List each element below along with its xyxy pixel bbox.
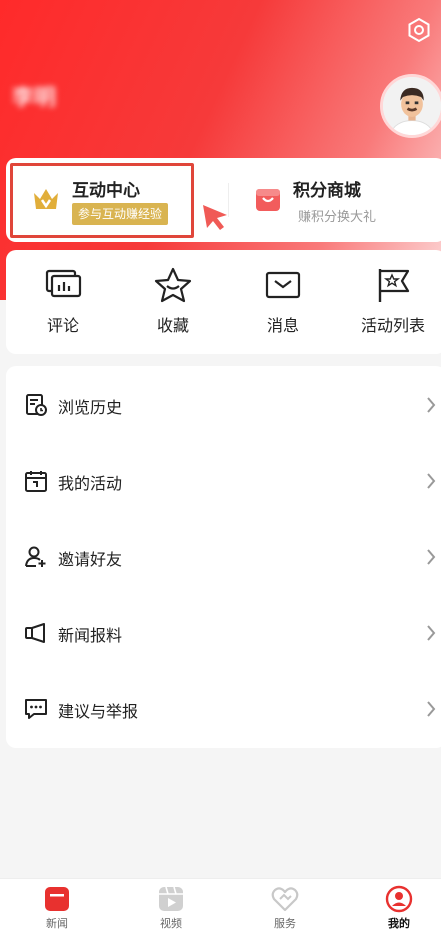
quick-action-activity-list[interactable]: 活动列表 [338, 266, 441, 336]
feedback-icon [25, 699, 47, 719]
tab-label: 新闻 [46, 917, 68, 930]
tab-services[interactable]: 服务 [230, 885, 340, 931]
video-icon [159, 886, 183, 911]
tab-label: 服务 [274, 917, 296, 930]
tab-label: 我的 [388, 917, 410, 930]
shopping-bag-icon [256, 189, 280, 211]
calendar-icon [25, 471, 47, 492]
mail-icon [265, 271, 301, 299]
profile-icon [385, 885, 413, 913]
quick-action-label: 评论 [46, 316, 79, 335]
menu-item-label: 新闻报料 [58, 626, 123, 645]
tab-me[interactable]: 我的 [344, 885, 441, 931]
megaphone-icon [25, 623, 45, 643]
quick-action-label: 活动列表 [360, 316, 425, 335]
flag-icon [378, 269, 410, 302]
divider [228, 183, 229, 217]
quick-action-comment[interactable]: 评论 [8, 266, 118, 336]
quick-action-favorite[interactable]: 收藏 [118, 266, 228, 336]
menu-item-label: 浏览历史 [58, 398, 123, 417]
chevron-right-icon [427, 549, 436, 565]
menu-item-my-activities[interactable]: 我的活动 [6, 443, 441, 519]
quick-action-label: 收藏 [156, 316, 189, 335]
menu-item-label: 我的活动 [58, 474, 123, 493]
settings-icon[interactable] [405, 16, 433, 44]
points-mall-subtitle: 赚积分换大礼 [298, 210, 377, 225]
chevron-right-icon [427, 625, 436, 641]
service-icon [271, 887, 299, 912]
chevron-right-icon [427, 397, 436, 413]
tab-label: 视频 [160, 917, 182, 930]
chevron-right-icon [427, 473, 436, 489]
menu-item-label: 邀请好友 [58, 550, 123, 569]
avatar[interactable] [380, 74, 441, 138]
bottom-tab-bar: 新闻 视频 服务 我的 [0, 878, 441, 938]
history-icon [26, 394, 47, 416]
menu-item-history[interactable]: 浏览历史 [6, 367, 441, 443]
pointer-cursor-icon [203, 205, 227, 230]
quick-action-messages[interactable]: 消息 [228, 266, 338, 336]
quick-action-label: 消息 [266, 316, 299, 335]
star-icon [154, 267, 192, 303]
tab-video[interactable]: 视频 [116, 885, 226, 931]
comment-icon [45, 269, 82, 298]
menu-item-feedback-report[interactable]: 建议与举报 [6, 671, 441, 747]
points-mall-title[interactable]: 积分商城 [293, 176, 361, 201]
menu-item-label: 建议与举报 [58, 702, 139, 721]
tab-news[interactable]: 新闻 [2, 885, 112, 931]
news-icon [45, 887, 69, 911]
menu-item-news-tip[interactable]: 新闻报料 [6, 595, 441, 671]
add-user-icon [25, 546, 46, 567]
username[interactable]: 李明 [12, 80, 56, 112]
chevron-right-icon [427, 701, 436, 717]
menu-item-invite-friends[interactable]: 邀请好友 [6, 519, 441, 595]
interaction-center-button[interactable] [10, 163, 194, 238]
